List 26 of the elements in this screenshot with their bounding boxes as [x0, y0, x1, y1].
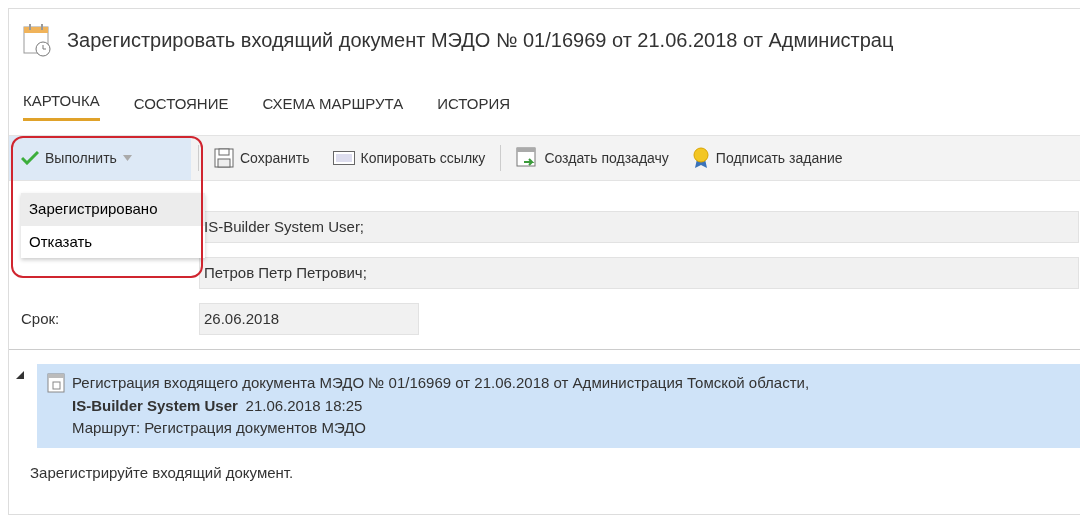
- task-description: Зарегистрируйте входящий документ.: [30, 463, 294, 481]
- copy-link-button[interactable]: Копировать ссылку: [324, 143, 494, 173]
- tab[interactable]: СОСТОЯНИЕ: [133, 86, 229, 121]
- field-label: Срок:: [21, 309, 60, 327]
- checkmark-icon: [21, 151, 39, 165]
- task-title: Регистрация входящего документа МЭДО № 01/16969 от 21.06.2018 от Администрация Томской области,: [72, 373, 810, 393]
- award-ribbon-icon: [691, 147, 710, 169]
- tab[interactable]: СХЕМА МАРШРУТА: [262, 86, 404, 121]
- author-name: IS-Builder System User: [72, 396, 238, 414]
- save-button[interactable]: Сохранить: [206, 143, 318, 173]
- execute-button[interactable]: Выполнить: [9, 136, 191, 180]
- tab[interactable]: КАРТОЧКА: [23, 83, 100, 121]
- window-title: Зарегистрировать входящий документ МЭДО № 01/16969 от 21.06.2018 от Администрац: [67, 28, 894, 53]
- tab[interactable]: ИСТОРИЯ: [437, 86, 511, 121]
- menu-item[interactable]: Отказать: [21, 225, 205, 258]
- create-subtask-button[interactable]: Создать подзадачу: [508, 143, 677, 173]
- text-field[interactable]: Петров Петр Петрович;: [199, 257, 1079, 289]
- calendar-clock-icon: [23, 23, 53, 57]
- abc-field-icon: [332, 151, 355, 165]
- timestamp: 21.06.2018 18:25: [245, 396, 363, 414]
- text-field[interactable]: 26.06.2018: [199, 303, 419, 335]
- calendar-icon: [47, 372, 65, 394]
- menu-item[interactable]: Зарегистрировано: [21, 193, 205, 226]
- route-text: Маршрут: Регистрация документов МЭДО: [72, 418, 367, 438]
- collapse-triangle-icon[interactable]: [16, 371, 24, 380]
- sign-button[interactable]: Подписать задание: [683, 143, 851, 173]
